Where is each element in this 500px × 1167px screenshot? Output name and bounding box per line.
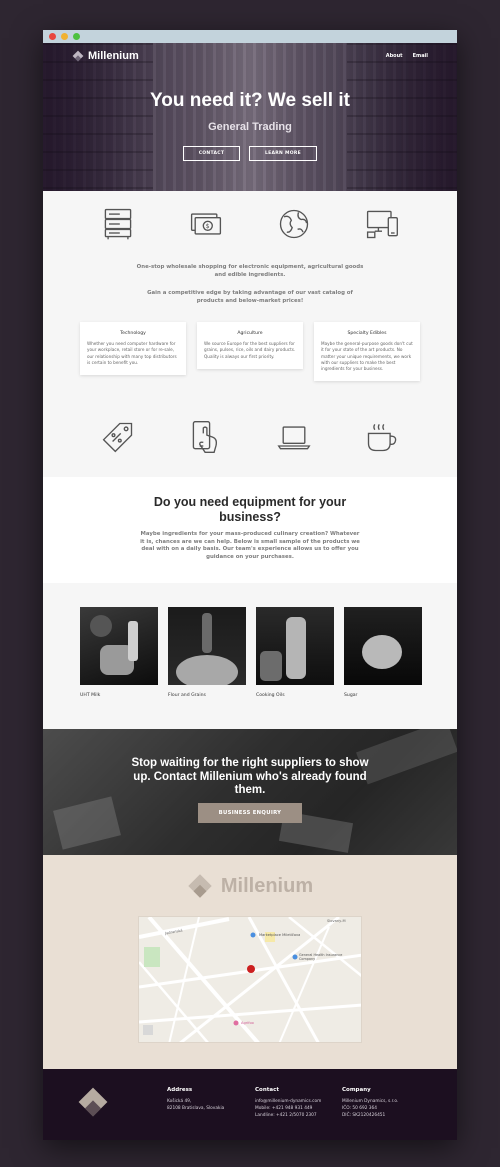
equipment-section: Do you need equipment for your business?…	[43, 477, 457, 583]
nav-link-about[interactable]: About	[386, 53, 403, 59]
footer-heading: Address	[167, 1087, 193, 1093]
card-text: Whether you need computer hardware for y…	[87, 341, 177, 365]
cta-section: Stop waiting for the right suppliers to …	[43, 729, 457, 855]
product-photo	[344, 607, 422, 685]
minimize-window-button[interactable]	[61, 33, 68, 40]
laptop-icon	[276, 419, 312, 455]
diamond-logo-icon	[72, 50, 84, 62]
map-label: Slovany-M	[327, 919, 346, 923]
maximize-window-button[interactable]	[73, 33, 80, 40]
brand-logo[interactable]: Millenium	[72, 50, 139, 62]
hero-title: You need it? We sell it	[150, 90, 350, 111]
price-tag-icon	[100, 419, 136, 455]
business-enquiry-button[interactable]: BUSINESS ENQUIRY	[198, 803, 302, 823]
footer-email-link[interactable]: info@millenium-dynamics.com	[255, 1098, 321, 1105]
product-photo	[80, 607, 158, 685]
product-photo	[256, 607, 334, 685]
equipment-text: Maybe ingredients for your mass-produced…	[140, 531, 360, 561]
product-card[interactable]: Sugar	[344, 607, 422, 698]
feature-card-specialty-edibles: Specialty Edibles Maybe the general-purp…	[314, 322, 420, 382]
features-section: $ One-stop wholesale shopping for electr…	[43, 191, 457, 477]
browser-window: Millenium About Email You need it? We se…	[43, 30, 457, 1140]
tagline-secondary: Gain a competitive edge by taking advant…	[147, 290, 353, 304]
diamond-logo-icon	[188, 874, 212, 898]
location-map[interactable]: Jadranská Slovany-M Marketplace Miletičo…	[138, 916, 362, 1043]
equipment-title: Do you need equipment for your business?	[153, 495, 347, 525]
map-label: General Health Insurance Company	[299, 953, 343, 962]
server-icon	[100, 206, 136, 242]
footer-landline: Landline: +421 2/5070 2307	[255, 1113, 317, 1119]
footer-line: 82108 Bratislava, Slovakia	[167, 1106, 225, 1112]
footer-heading: Company	[342, 1087, 371, 1093]
footer-company: Company Millenium Dynamics, s.r.o. IČO: …	[342, 1087, 398, 1119]
hero-section: Millenium About Email You need it? We se…	[43, 43, 457, 191]
card-text: We source Europe for the best suppliers …	[204, 341, 296, 359]
feature-card-technology: Technology Whether you need computer har…	[80, 322, 186, 376]
globe-icon	[276, 206, 312, 242]
close-window-button[interactable]	[49, 33, 56, 40]
card-text: Maybe the general-purpose goods don't cu…	[321, 341, 413, 372]
footer-address: Address Košická 49, 82108 Bratislava, Sl…	[167, 1087, 224, 1112]
product-label: Flour and Grains	[168, 693, 206, 698]
products-section: UHT Milk Flour and Grains Cooking Oils S…	[43, 583, 457, 729]
browser-titlebar	[43, 30, 457, 43]
footer-line: DIČ: SK2120426451	[342, 1113, 386, 1119]
footer-line: IČO: 50 692 364	[342, 1106, 377, 1112]
hero-subtitle: General Trading	[208, 121, 292, 133]
product-card[interactable]: UHT Milk	[80, 607, 158, 698]
product-label: UHT Milk	[80, 693, 101, 698]
card-title: Technology	[120, 331, 146, 336]
map-label: Marketplace Miletičova	[259, 933, 301, 937]
footer: Address Košická 49, 82108 Bratislava, Sl…	[43, 1069, 457, 1140]
diamond-logo-icon	[78, 1087, 108, 1117]
card-title: Agriculture	[237, 331, 263, 336]
product-card[interactable]: Cooking Oils	[256, 607, 334, 698]
product-label: Sugar	[344, 693, 358, 698]
footer-line: Millenium Dynamics, s.r.o.	[342, 1099, 399, 1104]
footer-mobile: Mobile: +421 948 931 449	[255, 1106, 313, 1112]
footer-brand-name: Millenium	[220, 874, 314, 897]
product-label: Cooking Oils	[256, 693, 285, 698]
learn-more-button[interactable]: LEARN MORE	[249, 146, 317, 161]
map-label: Agrifoo	[241, 1021, 254, 1025]
devices-icon	[364, 206, 400, 242]
tagline-primary: One-stop wholesale shopping for electron…	[136, 264, 364, 278]
top-nav: About Email	[386, 53, 428, 59]
card-title: Specialty Edibles	[347, 331, 387, 336]
footer-brand: Millenium	[43, 873, 457, 899]
map-section: Millenium Jadranská Slovany-M Marketplac…	[43, 855, 457, 1069]
product-photo	[168, 607, 246, 685]
product-card[interactable]: Flour and Grains	[168, 607, 246, 698]
cta-title: Stop waiting for the right suppliers to …	[131, 757, 369, 797]
contact-button[interactable]: CONTACT	[183, 146, 240, 161]
cash-icon: $	[188, 206, 224, 242]
mobile-touch-icon	[188, 419, 224, 455]
feature-card-agriculture: Agriculture We source Europe for the bes…	[197, 322, 303, 369]
footer-contact: Contact info@millenium-dynamics.com Mobi…	[255, 1087, 321, 1119]
footer-heading: Contact	[255, 1087, 279, 1093]
svg-text:$: $	[206, 223, 210, 230]
nav-link-email[interactable]: Email	[413, 53, 428, 59]
coffee-cup-icon	[364, 419, 400, 455]
footer-line: Košická 49,	[167, 1099, 192, 1104]
brand-name: Millenium	[88, 50, 139, 62]
